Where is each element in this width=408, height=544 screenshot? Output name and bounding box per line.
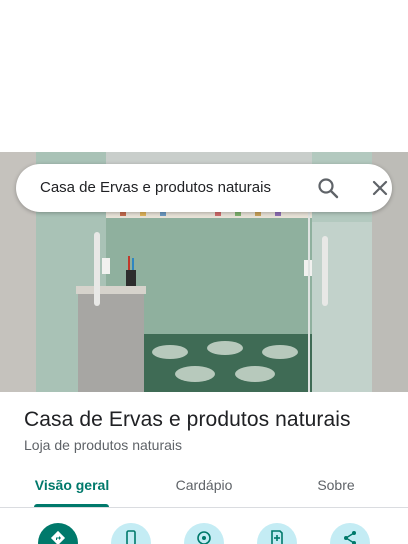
directions-icon [50, 530, 66, 544]
call-button[interactable] [111, 523, 151, 544]
action-buttons-row [0, 520, 408, 544]
search-input[interactable]: Casa de Ervas e produtos naturais [40, 164, 271, 212]
search-bar[interactable]: Casa de Ervas e produtos naturais [16, 164, 392, 212]
share-icon [344, 531, 356, 544]
save-button[interactable] [257, 523, 297, 544]
tab-sobre[interactable]: Sobre [296, 468, 376, 508]
search-icon[interactable] [316, 176, 340, 200]
phone-icon [126, 530, 136, 544]
close-icon[interactable] [368, 176, 392, 200]
active-tab-indicator [34, 504, 109, 507]
place-title: Casa de Ervas e produtos naturais [24, 408, 351, 431]
place-tabs: Visão geral Cardápio Sobre [0, 468, 408, 508]
tab-visao-geral[interactable]: Visão geral [24, 468, 120, 508]
map-blank-area [0, 0, 408, 152]
save-icon [271, 530, 283, 544]
location-icon [197, 531, 211, 544]
location-button[interactable] [184, 523, 224, 544]
directions-button[interactable] [38, 523, 78, 544]
share-button[interactable] [330, 523, 370, 544]
tab-cardapio[interactable]: Cardápio [156, 468, 252, 508]
place-category[interactable]: Loja de produtos naturais [24, 437, 182, 453]
